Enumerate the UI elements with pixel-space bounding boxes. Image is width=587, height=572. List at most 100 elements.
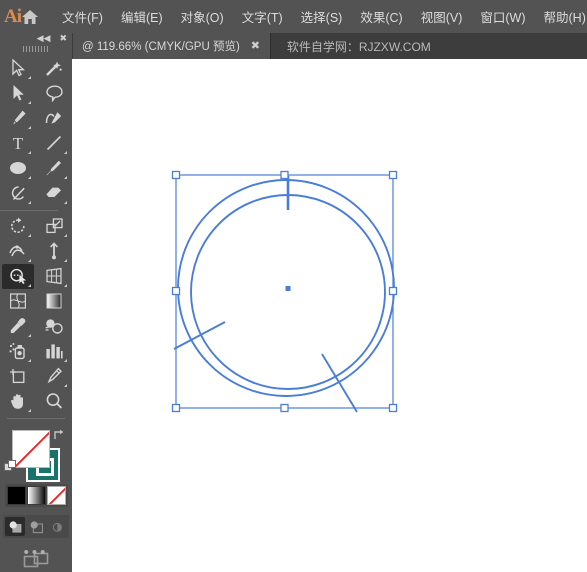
handle-bottom-center [280,403,289,413]
artboard-tool[interactable] [2,364,34,389]
rotate-tool[interactable] [2,214,34,239]
tool-flyout-indicator [28,408,31,412]
handle-top-center [280,170,289,180]
tool-flyout-indicator [28,200,31,204]
tool-flyout-indicator [28,75,31,79]
center-anchor-point [285,286,291,291]
menu-item-list: 文件(F) 编辑(E) 对象(O) 文字(T) 选择(S) 效果(C) 视图(V… [53,3,587,30]
column-graph-tool[interactable] [38,339,70,364]
handle-bottom-right [388,403,398,413]
close-panel-icon[interactable]: ✖ [59,33,67,43]
handle-middle-left [171,286,181,296]
mesh-tool[interactable] [2,289,34,314]
tools-panel: ◀◀ ✖ T ••• [0,33,73,572]
handle-top-left [171,170,181,180]
menu-edit[interactable]: 编辑(E) [112,3,172,30]
tool-flyout-indicator [28,283,31,287]
color-mode-none[interactable] [46,486,66,505]
close-icon[interactable]: ✖ [249,40,262,53]
handle-middle-right [388,286,398,296]
default-fill-stroke-icon[interactable] [4,459,18,479]
draw-behind-mode[interactable] [26,517,46,536]
app-logo: Ai [4,5,22,27]
tool-flyout-indicator [28,150,31,154]
eraser-tool[interactable] [38,181,70,206]
none-slash-icon [47,487,65,504]
free-transform-tool[interactable] [38,239,70,264]
tool-flyout-indicator [64,358,67,362]
draw-normal-mode[interactable] [5,517,25,536]
tool-group-divider [7,417,65,419]
collapse-panel-icon[interactable]: ◀◀ [37,33,51,43]
gradient-tool[interactable] [38,289,70,314]
tool-flyout-indicator [28,100,31,104]
width-tool[interactable] [2,239,34,264]
artwork-svg [162,170,422,439]
scale-tool[interactable] [38,214,70,239]
home-icon[interactable] [21,0,39,33]
draw-inside-mode[interactable] [47,517,67,536]
menu-effect[interactable]: 效果(C) [351,3,411,30]
tool-flyout-indicator [28,358,31,362]
color-mode-color[interactable] [6,486,26,505]
tool-flyout-indicator [28,333,31,337]
illustrator-window: Ai 文件(F) 编辑(E) 对象(O) 文字(T) 选择(S) 效果(C) 视… [0,0,587,572]
hatched-arc-region [162,259,422,439]
tool-flyout-indicator [28,233,31,237]
menu-type[interactable]: 文字(T) [233,3,292,30]
tool-grid: T [0,54,72,414]
document-canvas[interactable] [72,59,587,572]
none-slash-icon [13,430,49,467]
perspective-grid-tool[interactable] [38,264,70,289]
tool-flyout-indicator [64,233,67,237]
paintbrush-tool[interactable] [38,156,70,181]
svg-text:T: T [13,134,24,152]
curvature-tool[interactable] [38,106,70,131]
shape-builder-tool[interactable] [2,263,34,289]
grip-dots-icon [23,45,49,52]
magic-wand-tool[interactable] [38,56,70,81]
document-tab-label: @ 119.66% (CMYK/GPU 预览) [82,41,240,53]
document-tab-bar: @ 119.66% (CMYK/GPU 预览) ✖ 软件自学网：RJZXW.CO… [0,33,587,59]
fill-stroke-controls [0,424,72,482]
lasso-tool[interactable] [38,81,70,106]
symbol-sprayer-tool[interactable] [2,339,34,364]
line-segment-tool[interactable] [38,131,70,156]
eyedropper-tool[interactable] [2,314,34,339]
menu-select[interactable]: 选择(S) [292,3,352,30]
tool-flyout-indicator [64,383,67,387]
tool-flyout-indicator [64,200,67,204]
menu-help[interactable]: 帮助(H) [535,3,587,30]
panel-drag-handle[interactable] [0,43,72,53]
menu-window[interactable]: 窗口(W) [471,3,534,30]
tool-flyout-indicator [64,175,67,179]
menu-object[interactable]: 对象(O) [172,3,233,30]
color-mode-row [4,484,68,507]
draw-mode-row [3,515,69,538]
tools-panel-header: ◀◀ ✖ [0,33,72,43]
menu-file[interactable]: 文件(F) [53,3,112,30]
ellipse-tool[interactable] [2,156,34,181]
tool-flyout-indicator [28,125,31,129]
slice-tool[interactable] [38,364,70,389]
edit-toolbar-button[interactable]: ••• [0,545,72,560]
zoom-tool[interactable] [38,389,70,414]
document-tab[interactable]: @ 119.66% (CMYK/GPU 预览) ✖ [72,33,271,59]
tool-flyout-indicator [64,150,67,154]
direct-selection-tool[interactable] [2,81,34,106]
swap-fill-stroke-icon[interactable] [52,428,66,447]
menu-view[interactable]: 视图(V) [412,3,472,30]
shaper-tool[interactable] [2,181,34,206]
watermark-text: 软件自学网：RJZXW.COM [286,39,431,54]
type-tool[interactable]: T [2,131,34,156]
color-mode-gradient[interactable] [26,486,46,505]
menu-bar: Ai 文件(F) 编辑(E) 对象(O) 文字(T) 选择(S) 效果(C) 视… [0,0,587,33]
tool-flyout-indicator [64,258,67,262]
blend-tool[interactable] [38,314,70,339]
handle-top-right [388,170,398,180]
selection-tool[interactable] [2,56,34,81]
hand-tool[interactable] [2,389,34,414]
tool-flyout-indicator [64,283,67,287]
pen-tool[interactable] [2,106,34,131]
tool-group-divider [0,209,58,211]
